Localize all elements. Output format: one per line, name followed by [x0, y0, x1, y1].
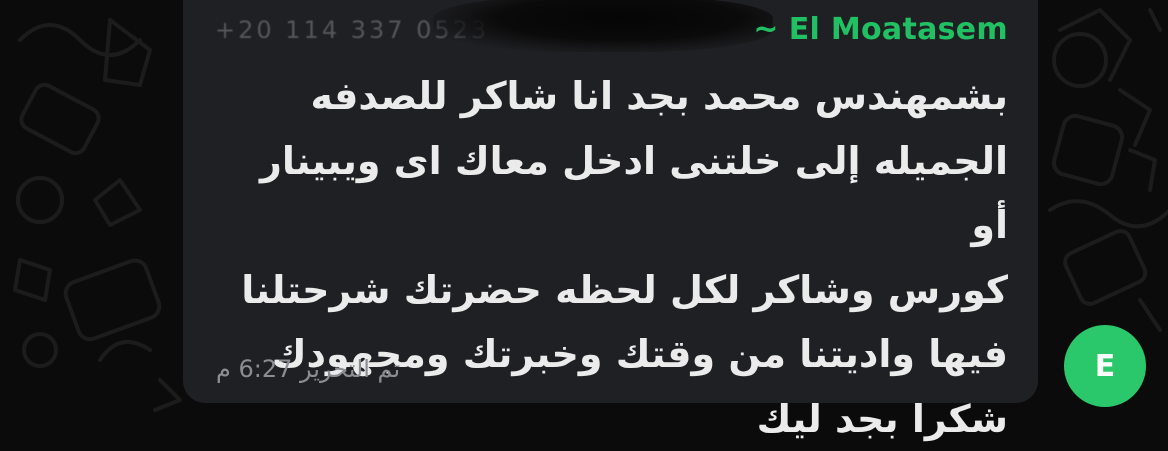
message-meta: تم التحرير 6:27 م	[216, 355, 400, 383]
message-text: بشمهندس محمد بجد انا شاكر للصدفه الجميله…	[241, 74, 1008, 441]
sender-name[interactable]: El Moatasem	[789, 12, 1008, 47]
edited-label: تم التحرير	[300, 355, 401, 383]
sender-header: ~ El Moatasem	[753, 12, 1008, 47]
sender-prefix: ~	[753, 12, 779, 47]
message-bubble[interactable]: +20 114 337 0523 ~ El Moatasem بشمهندس م…	[183, 0, 1038, 441]
message-time: 6:27 م	[216, 355, 293, 383]
avatar[interactable]: E	[1064, 325, 1146, 407]
redaction-smudge	[433, 0, 773, 52]
avatar-letter: E	[1094, 348, 1116, 384]
